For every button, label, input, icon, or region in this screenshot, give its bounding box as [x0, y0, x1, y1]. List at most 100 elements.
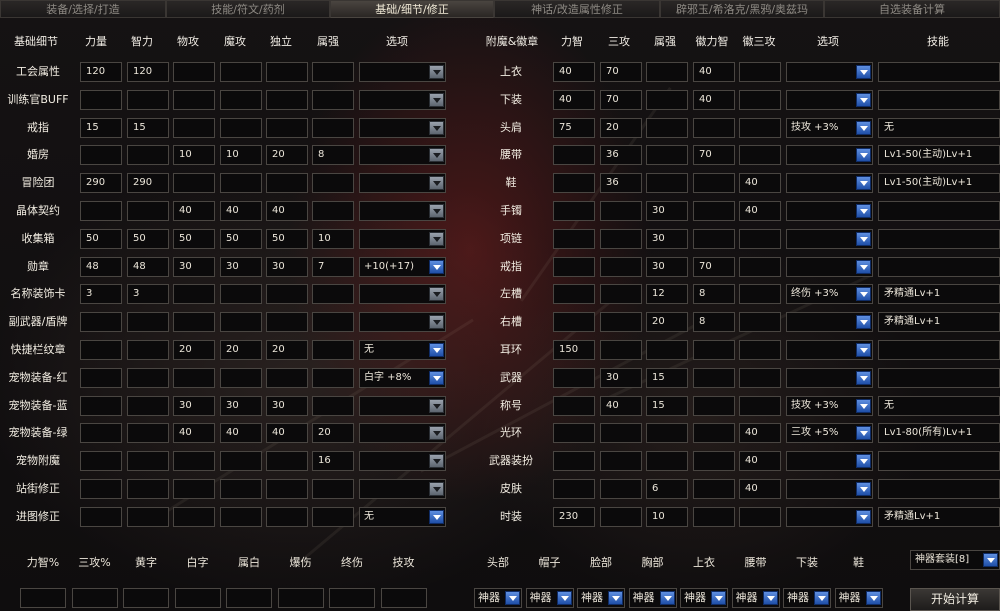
right-value-field[interactable]: [739, 312, 781, 332]
left-option-select[interactable]: +10(+17): [359, 257, 446, 277]
right-value-field[interactable]: 36: [600, 173, 642, 193]
right-value-field[interactable]: [553, 201, 595, 221]
right-value-field[interactable]: 30: [646, 229, 688, 249]
left-value-field[interactable]: [312, 312, 354, 332]
equipment-type-select[interactable]: 神器: [525, 588, 574, 608]
right-value-field[interactable]: 40: [739, 173, 781, 193]
right-skill-field[interactable]: [878, 229, 1000, 249]
right-value-field[interactable]: [600, 257, 642, 277]
right-skill-field[interactable]: 无: [878, 118, 1000, 138]
left-value-field[interactable]: 290: [127, 173, 169, 193]
right-option-select[interactable]: [786, 257, 873, 277]
left-value-field[interactable]: [173, 479, 215, 499]
left-value-field[interactable]: 40: [266, 423, 308, 443]
left-value-field[interactable]: 50: [173, 229, 215, 249]
right-value-field[interactable]: [646, 451, 688, 471]
right-skill-field[interactable]: [878, 479, 1000, 499]
left-option-select[interactable]: [359, 451, 446, 471]
left-value-field[interactable]: [220, 451, 262, 471]
left-value-field[interactable]: [80, 368, 122, 388]
left-value-field[interactable]: [220, 479, 262, 499]
left-value-field[interactable]: [220, 62, 262, 82]
right-value-field[interactable]: [693, 340, 735, 360]
right-value-field[interactable]: [739, 368, 781, 388]
left-value-field[interactable]: [80, 479, 122, 499]
left-option-select[interactable]: [359, 118, 446, 138]
right-skill-field[interactable]: Lv1-80(所有)Lv+1: [878, 423, 1000, 443]
left-value-field[interactable]: 30: [266, 396, 308, 416]
right-value-field[interactable]: [646, 118, 688, 138]
left-value-field[interactable]: [173, 451, 215, 471]
bonus-input-field[interactable]: [71, 588, 118, 608]
right-value-field[interactable]: 40: [553, 90, 595, 110]
right-value-field[interactable]: [693, 451, 735, 471]
left-value-field[interactable]: 120: [80, 62, 122, 82]
left-value-field[interactable]: [173, 312, 215, 332]
right-value-field[interactable]: [739, 284, 781, 304]
right-value-field[interactable]: 12: [646, 284, 688, 304]
right-value-field[interactable]: [553, 396, 595, 416]
right-value-field[interactable]: 8: [693, 284, 735, 304]
left-value-field[interactable]: [173, 368, 215, 388]
left-value-field[interactable]: [220, 90, 262, 110]
left-option-select[interactable]: [359, 423, 446, 443]
right-value-field[interactable]: 40: [693, 90, 735, 110]
right-value-field[interactable]: [739, 62, 781, 82]
left-value-field[interactable]: [266, 479, 308, 499]
right-value-field[interactable]: [739, 396, 781, 416]
right-skill-field[interactable]: [878, 90, 1000, 110]
left-value-field[interactable]: 50: [80, 229, 122, 249]
right-value-field[interactable]: [646, 173, 688, 193]
left-value-field[interactable]: [173, 90, 215, 110]
equipment-type-select[interactable]: 神器: [628, 588, 677, 608]
right-value-field[interactable]: [600, 451, 642, 471]
left-value-field[interactable]: [220, 507, 262, 527]
left-value-field[interactable]: [312, 118, 354, 138]
right-skill-field[interactable]: [878, 257, 1000, 277]
equipment-type-select[interactable]: 神器: [731, 588, 780, 608]
left-value-field[interactable]: [80, 145, 122, 165]
left-value-field[interactable]: [312, 173, 354, 193]
right-value-field[interactable]: 40: [693, 62, 735, 82]
right-value-field[interactable]: [553, 145, 595, 165]
right-value-field[interactable]: [646, 340, 688, 360]
right-value-field[interactable]: 40: [739, 201, 781, 221]
left-option-select[interactable]: [359, 90, 446, 110]
right-option-select[interactable]: [786, 90, 873, 110]
right-value-field[interactable]: 20: [600, 118, 642, 138]
right-value-field[interactable]: [693, 173, 735, 193]
right-option-select[interactable]: [786, 312, 873, 332]
right-option-select[interactable]: [786, 145, 873, 165]
left-value-field[interactable]: 10: [173, 145, 215, 165]
left-value-field[interactable]: 20: [266, 340, 308, 360]
right-value-field[interactable]: [693, 118, 735, 138]
right-value-field[interactable]: [553, 423, 595, 443]
right-option-select[interactable]: 技攻 +3%: [786, 396, 873, 416]
left-value-field[interactable]: [173, 284, 215, 304]
left-value-field[interactable]: 40: [173, 423, 215, 443]
left-value-field[interactable]: [127, 507, 169, 527]
right-value-field[interactable]: [739, 229, 781, 249]
right-value-field[interactable]: [646, 423, 688, 443]
right-value-field[interactable]: [646, 62, 688, 82]
bonus-input-field[interactable]: [277, 588, 324, 608]
right-value-field[interactable]: 10: [646, 507, 688, 527]
right-skill-field[interactable]: Lv1-50(主动)Lv+1: [878, 173, 1000, 193]
right-value-field[interactable]: 15: [646, 396, 688, 416]
left-option-select[interactable]: 无: [359, 340, 446, 360]
right-skill-field[interactable]: 矛精通Lv+1: [878, 312, 1000, 332]
right-option-select[interactable]: [786, 507, 873, 527]
left-value-field[interactable]: [312, 507, 354, 527]
right-value-field[interactable]: [739, 145, 781, 165]
right-value-field[interactable]: [600, 284, 642, 304]
right-value-field[interactable]: 40: [600, 396, 642, 416]
right-value-field[interactable]: [600, 201, 642, 221]
left-value-field[interactable]: [266, 90, 308, 110]
left-value-field[interactable]: [127, 312, 169, 332]
left-value-field[interactable]: 30: [220, 396, 262, 416]
right-value-field[interactable]: 75: [553, 118, 595, 138]
left-value-field[interactable]: [80, 340, 122, 360]
left-value-field[interactable]: [266, 284, 308, 304]
left-value-field[interactable]: 10: [312, 229, 354, 249]
right-value-field[interactable]: 70: [600, 62, 642, 82]
